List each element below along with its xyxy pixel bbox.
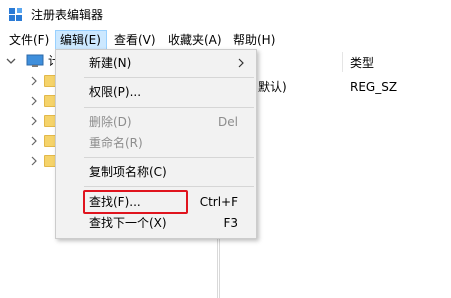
chevron-right-icon[interactable]: [30, 156, 38, 166]
computer-icon: [26, 54, 44, 67]
menu-item-label: 重命名(R): [89, 136, 143, 150]
menu-item-new[interactable]: 新建(N): [56, 52, 256, 74]
value-type-cell[interactable]: REG_SZ: [350, 79, 397, 95]
column-header-type[interactable]: 类型: [350, 55, 374, 71]
menu-item-shortcut: Del: [218, 115, 238, 129]
menu-bar: 文件(F) 编辑(E) 查看(V) 收藏夹(A) 帮助(H): [0, 30, 451, 50]
chevron-right-icon[interactable]: [30, 136, 38, 146]
menu-item-copy-key-name[interactable]: 复制项名称(C): [56, 161, 256, 183]
menu-separator: [84, 157, 254, 158]
menu-item-shortcut: Ctrl+F: [199, 195, 238, 209]
menu-item-label: 查找下一个(X): [89, 216, 167, 230]
menu-item-permissions[interactable]: 权限(P)...: [56, 81, 256, 103]
menu-item-label: 新建(N): [89, 56, 132, 70]
menu-edit[interactable]: 编辑(E): [55, 30, 107, 50]
title-bar: 注册表编辑器: [0, 0, 451, 30]
menu-item-shortcut: F3: [223, 216, 238, 230]
menu-separator: [84, 107, 254, 108]
chevron-down-icon[interactable]: [6, 56, 16, 66]
menu-separator: [84, 186, 254, 187]
edit-menu-dropdown: 新建(N) 权限(P)... 删除(D) Del 重命名(R) 复制项名称(C)…: [55, 49, 257, 239]
menu-separator: [84, 77, 254, 78]
menu-item-find-next[interactable]: 查找下一个(X) F3: [56, 212, 256, 234]
chevron-right-icon[interactable]: [30, 116, 38, 126]
menu-item-label: 删除(D): [89, 115, 132, 129]
menu-item-label: 复制项名称(C): [89, 165, 167, 179]
menu-item-rename[interactable]: 重命名(R): [56, 132, 256, 154]
value-name-cell[interactable]: 默认): [258, 79, 287, 95]
chevron-right-icon[interactable]: [30, 76, 38, 86]
menu-file[interactable]: 文件(F): [5, 30, 53, 50]
menu-favorites[interactable]: 收藏夹(A): [164, 30, 226, 50]
window-title: 注册表编辑器: [31, 8, 104, 22]
column-separator[interactable]: [342, 52, 343, 72]
menu-view[interactable]: 查看(V): [110, 30, 160, 50]
menu-item-label: 权限(P)...: [89, 85, 142, 99]
registry-editor-icon: [9, 8, 22, 21]
menu-help[interactable]: 帮助(H): [229, 30, 279, 50]
find-highlight-box: [83, 190, 188, 214]
submenu-arrow-icon: [238, 58, 244, 68]
chevron-right-icon[interactable]: [30, 96, 38, 106]
menu-item-delete[interactable]: 删除(D) Del: [56, 111, 256, 133]
